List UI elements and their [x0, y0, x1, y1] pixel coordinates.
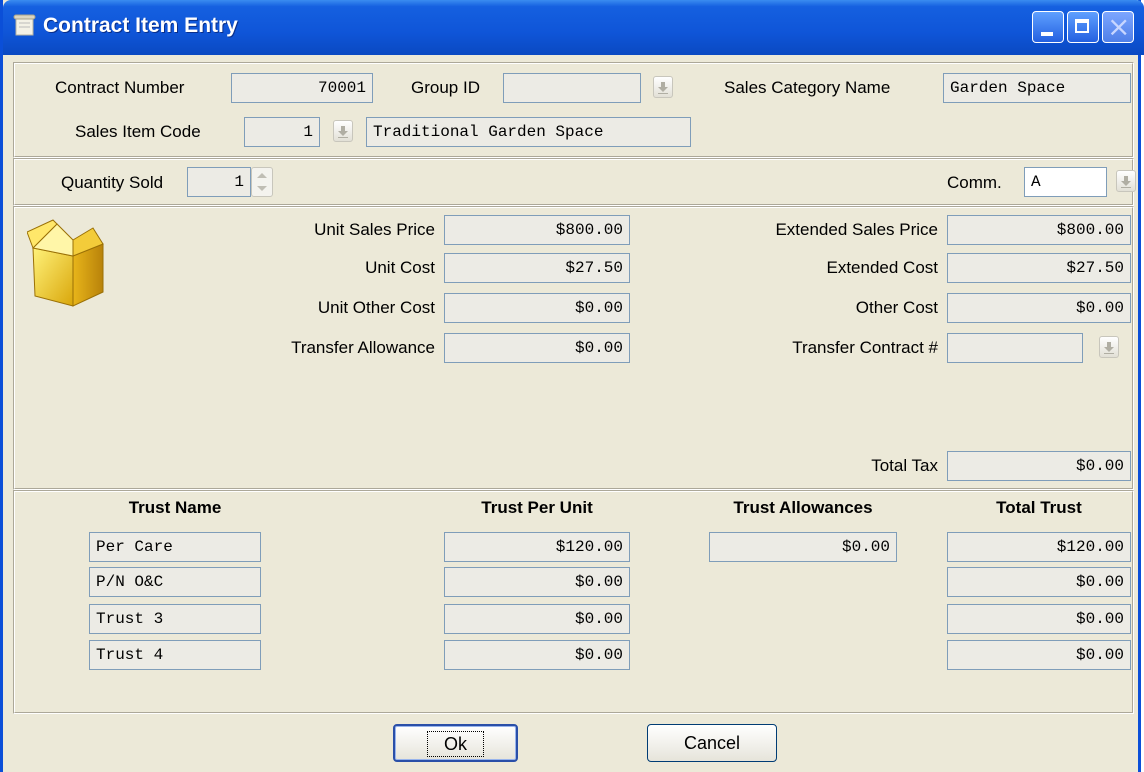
close-icon: × [1107, 10, 1131, 43]
sales-category-field[interactable]: Garden Space [943, 73, 1131, 103]
extended-sales-price-field[interactable]: $800.00 [947, 215, 1131, 245]
unit-cost-label: Unit Cost [365, 258, 435, 277]
scroll-icon [13, 14, 36, 36]
total-trust-cell[interactable]: $0.00 [947, 640, 1131, 670]
unit-sales-price-label: Unit Sales Price [314, 220, 435, 239]
transfer-contract-label: Transfer Contract # [792, 338, 938, 357]
comm-label: Comm. [947, 173, 1002, 192]
total-trust-cell[interactable]: $0.00 [947, 604, 1131, 634]
total-trust-header: Total Trust [996, 498, 1082, 517]
cancel-button-label: Cancel [683, 733, 741, 753]
sales-item-code-dropdown-button[interactable] [333, 120, 353, 142]
contract-number-label: Contract Number [55, 78, 185, 97]
transfer-allowance-field[interactable]: $0.00 [444, 333, 630, 363]
transfer-allowance-label: Transfer Allowance [291, 338, 435, 357]
ok-button-label: Ok [426, 731, 485, 757]
extended-cost-label: Extended Cost [826, 258, 938, 277]
other-cost-field[interactable]: $0.00 [947, 293, 1131, 323]
sales-item-name-field[interactable]: Traditional Garden Space [366, 117, 691, 147]
comm-dropdown-button[interactable] [1116, 170, 1136, 192]
unit-other-cost-field[interactable]: $0.00 [444, 293, 630, 323]
cancel-button[interactable]: Cancel [647, 724, 777, 762]
total-tax-field[interactable]: $0.00 [947, 451, 1131, 481]
trust-allowance-cell[interactable]: $0.00 [709, 532, 897, 562]
trust-name-cell[interactable]: P/N O&C [89, 567, 261, 597]
quantity-sold-field[interactable]: 1 [187, 167, 251, 197]
box-icon [27, 219, 104, 307]
title-bar[interactable]: Contract Item Entry × [3, 0, 1144, 55]
quantity-stepper[interactable] [251, 167, 273, 197]
close-button[interactable]: × [1102, 10, 1134, 43]
group-id-field[interactable] [503, 73, 641, 103]
unit-cost-field[interactable]: $27.50 [444, 253, 630, 283]
trust-section [13, 490, 1134, 714]
sales-item-code-field[interactable]: 1 [244, 117, 320, 147]
minimize-button[interactable] [1032, 11, 1064, 43]
trust-name-cell[interactable]: Trust 4 [89, 640, 261, 670]
trust-per-unit-cell[interactable]: $0.00 [444, 567, 630, 597]
trust-name-header: Trust Name [128, 498, 222, 517]
contract-number-field[interactable]: 70001 [231, 73, 373, 103]
trust-per-unit-cell[interactable]: $0.00 [444, 604, 630, 634]
maximize-button[interactable] [1067, 11, 1099, 43]
extended-sales-price-label: Extended Sales Price [775, 220, 938, 239]
unit-sales-price-field[interactable]: $800.00 [444, 215, 630, 245]
group-id-dropdown-button[interactable] [653, 76, 673, 98]
trust-per-unit-cell[interactable]: $120.00 [444, 532, 630, 562]
quantity-sold-label: Quantity Sold [61, 173, 164, 192]
group-id-label: Group ID [411, 78, 480, 97]
sales-category-label: Sales Category Name [724, 78, 891, 97]
trust-per-unit-header: Trust Per Unit [481, 498, 593, 517]
total-trust-cell[interactable]: $120.00 [947, 532, 1131, 562]
trust-allowances-header: Trust Allowances [733, 498, 873, 517]
unit-other-cost-label: Unit Other Cost [317, 298, 435, 317]
comm-field[interactable]: A [1024, 167, 1107, 197]
total-trust-cell[interactable]: $0.00 [947, 567, 1131, 597]
extended-cost-field[interactable]: $27.50 [947, 253, 1131, 283]
ok-button[interactable]: Ok [393, 724, 518, 762]
window: Contract Item Entry × Contract Number 70… [0, 0, 1144, 772]
trust-name-cell[interactable]: Trust 3 [89, 604, 261, 634]
other-cost-label: Other Cost [855, 298, 938, 317]
sales-item-code-label: Sales Item Code [75, 122, 201, 141]
transfer-contract-field[interactable] [947, 333, 1083, 363]
trust-per-unit-cell[interactable]: $0.00 [444, 640, 630, 670]
trust-name-cell[interactable]: Per Care [89, 532, 261, 562]
transfer-contract-dropdown-button[interactable] [1099, 336, 1119, 358]
window-title: Contract Item Entry [43, 14, 238, 37]
total-tax-label: Total Tax [871, 456, 938, 475]
